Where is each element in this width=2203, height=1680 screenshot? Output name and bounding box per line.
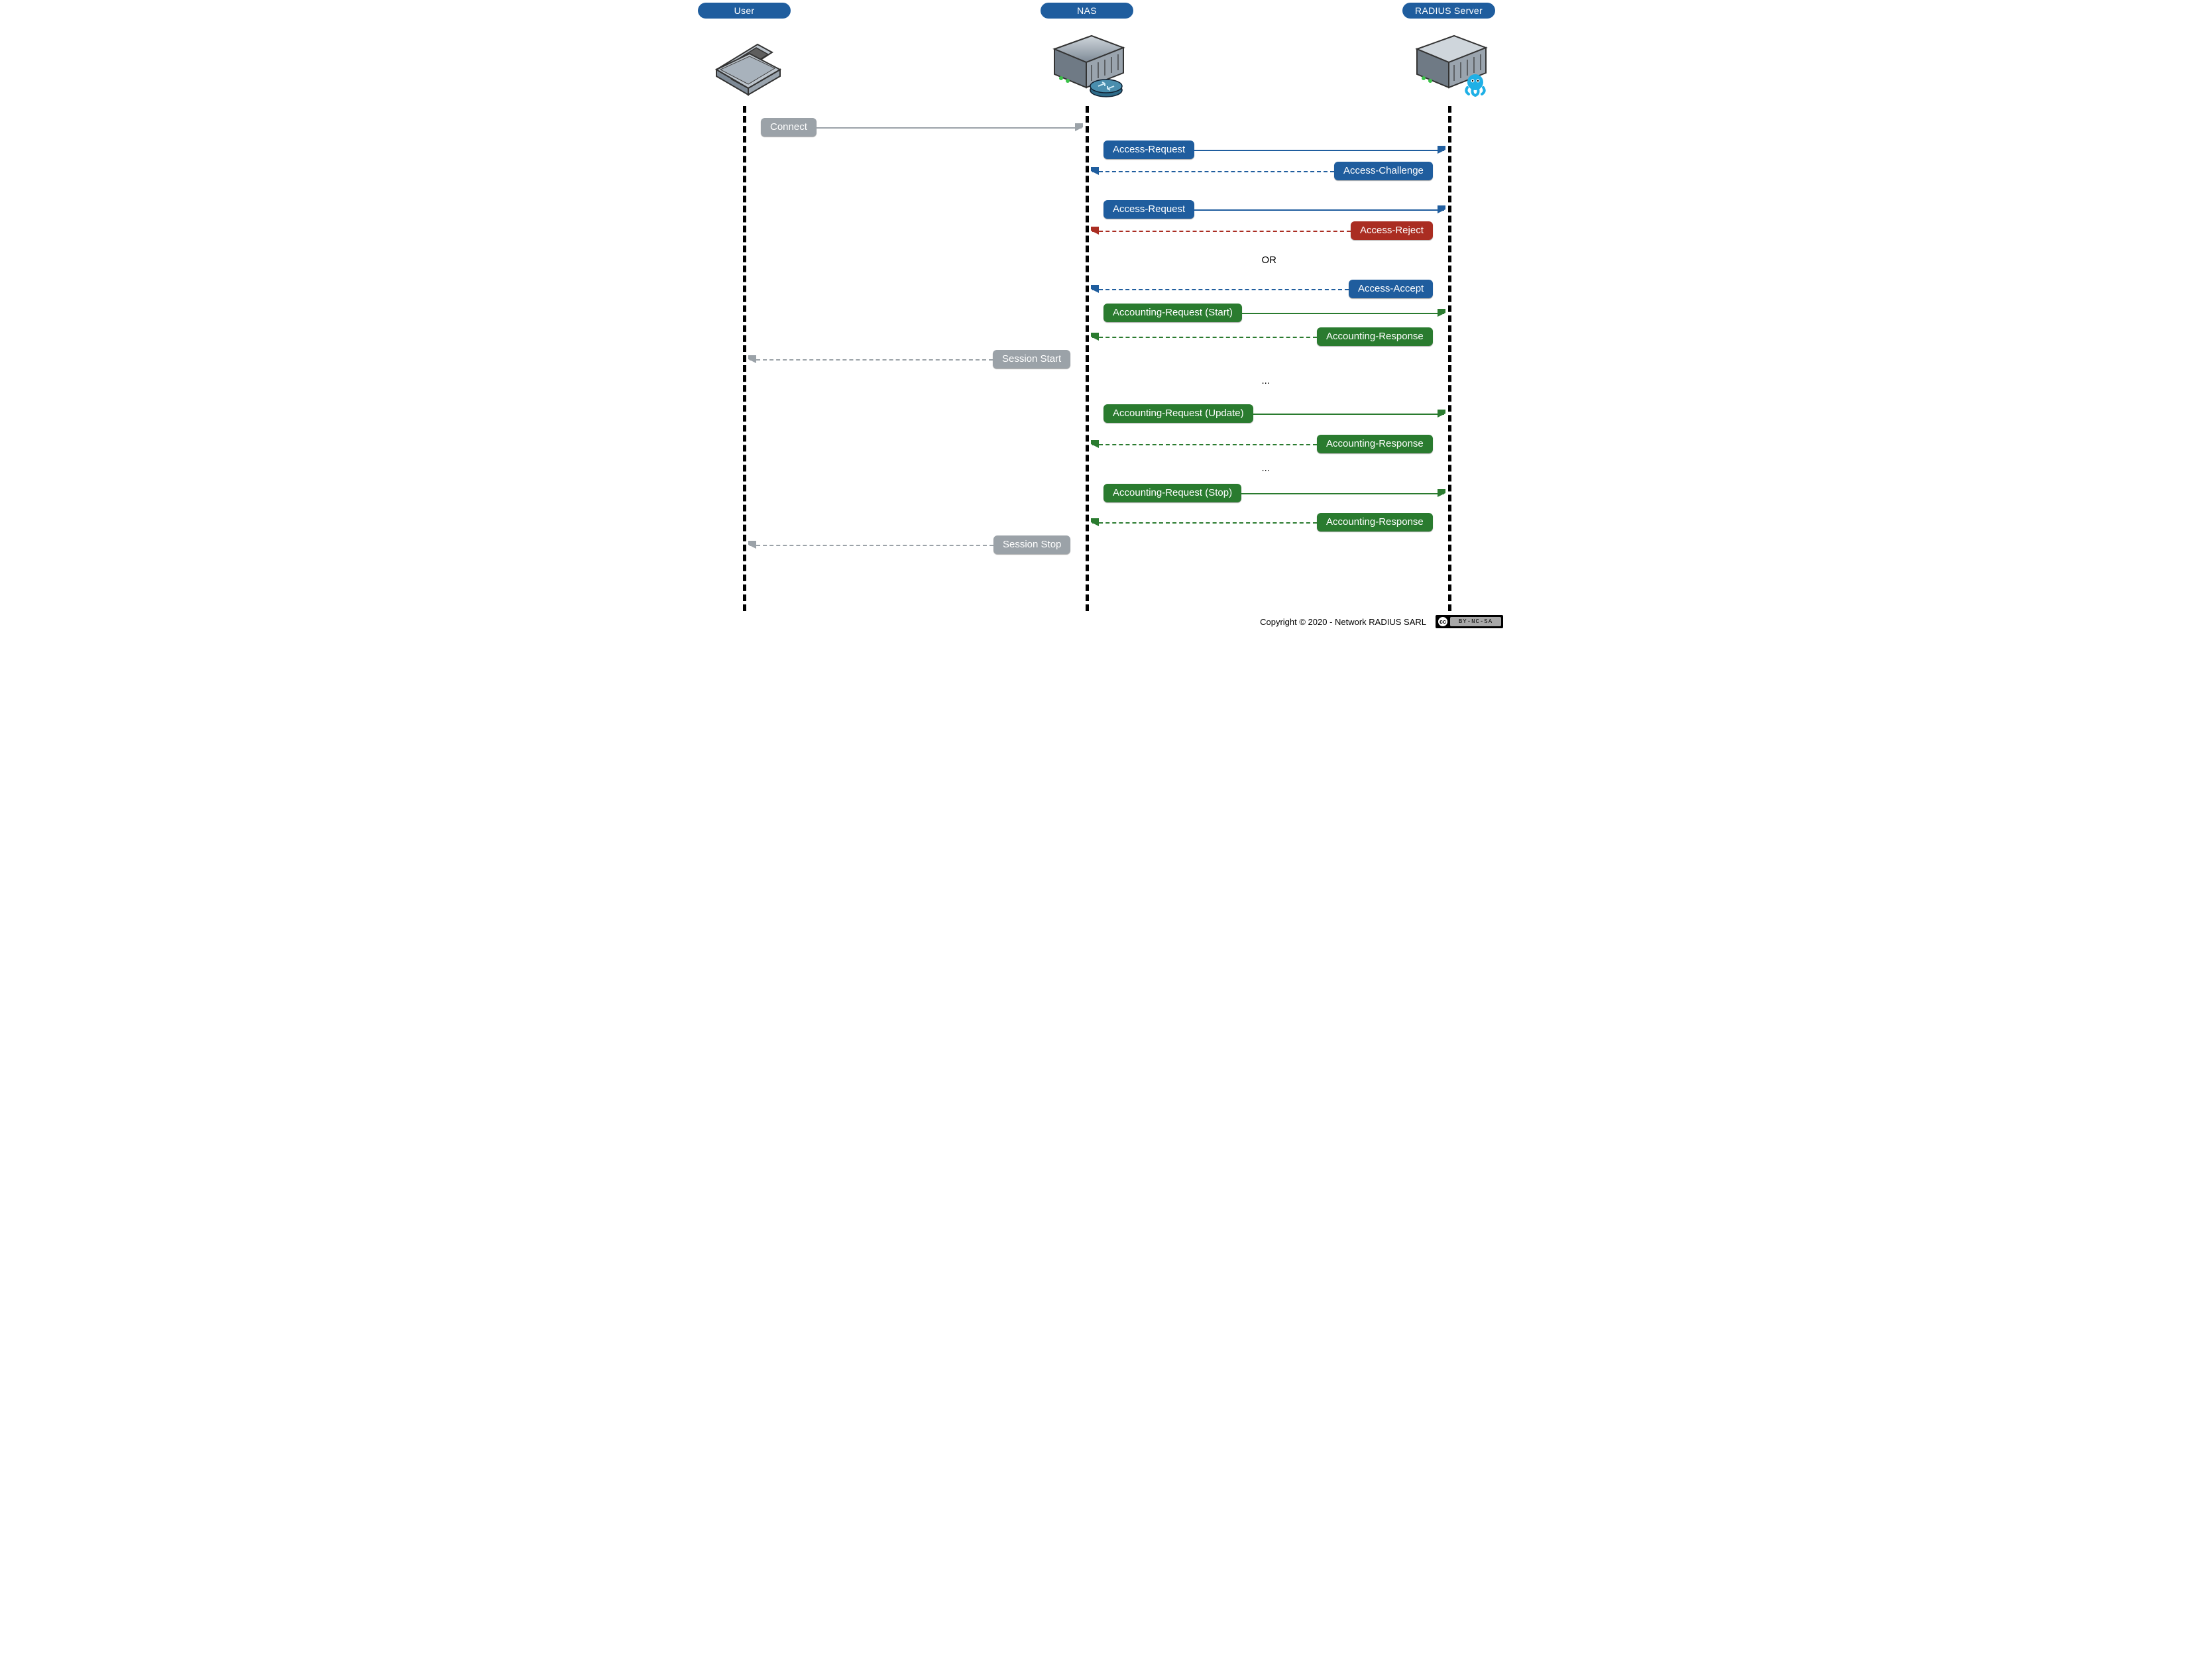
msg-session-stop: Session Stop	[993, 535, 1070, 554]
arrowhead-session-stop	[748, 541, 756, 549]
msg-acct-req-start: Accounting-Request (Start)	[1103, 304, 1242, 322]
server-router-icon	[1048, 21, 1127, 101]
arrow-connect	[817, 127, 1082, 129]
arrow-session-stop	[750, 545, 993, 546]
cc-license-badge: cc BY-NC-SA	[1436, 615, 1503, 628]
msg-acct-req-stop: Accounting-Request (Stop)	[1103, 484, 1241, 502]
actor-header-radius: RADIUS Server	[1402, 3, 1495, 19]
or-text: OR	[1262, 254, 1277, 266]
arrow-access-request-1	[1194, 150, 1444, 151]
msg-session-start: Session Start	[993, 350, 1070, 368]
arrowhead-acct-resp-2	[1091, 440, 1099, 448]
copyright-text: Copyright © 2020 - Network RADIUS SARL	[1260, 617, 1426, 627]
msg-acct-resp-2: Accounting-Response	[1317, 435, 1433, 453]
arrowhead-acct-resp-3	[1091, 518, 1099, 526]
arrowhead-acct-resp-1	[1091, 333, 1099, 341]
msg-acct-req-update: Accounting-Request (Update)	[1103, 404, 1253, 423]
arrowhead-acct-req-update	[1438, 410, 1445, 418]
cc-license-text: BY-NC-SA	[1450, 617, 1501, 626]
arrow-acct-req-stop	[1241, 493, 1444, 494]
msg-connect: Connect	[761, 118, 817, 137]
msg-access-challenge: Access-Challenge	[1334, 162, 1433, 180]
msg-access-accept: Access-Accept	[1349, 280, 1433, 298]
sequence-diagram-stage: User NAS RADIUS Server	[688, 0, 1515, 631]
arrowhead-acct-req-start	[1438, 309, 1445, 317]
arrow-acct-req-start	[1242, 313, 1444, 314]
arrowhead-acct-req-stop	[1438, 489, 1445, 497]
msg-acct-resp-3: Accounting-Response	[1317, 513, 1433, 532]
lifeline-user	[743, 106, 746, 611]
arrow-access-reject	[1092, 231, 1351, 232]
arrow-access-request-2	[1194, 209, 1444, 211]
actor-header-nas: NAS	[1041, 3, 1133, 19]
arrowhead-access-request-2	[1438, 205, 1445, 213]
arrow-access-accept	[1092, 289, 1349, 290]
arrowhead-access-reject	[1091, 227, 1099, 235]
arrowhead-access-accept	[1091, 285, 1099, 293]
msg-access-reject: Access-Reject	[1351, 221, 1433, 240]
arrowhead-session-start	[748, 355, 756, 363]
arrowhead-access-request-1	[1438, 146, 1445, 154]
msg-acct-resp-1: Accounting-Response	[1317, 327, 1433, 346]
msg-access-request-2: Access-Request	[1103, 200, 1194, 219]
ellipsis-text: ...	[1262, 463, 1271, 474]
arrow-acct-req-update	[1253, 414, 1444, 415]
arrow-acct-resp-3	[1092, 522, 1317, 524]
actor-header-user: User	[698, 3, 791, 19]
lifeline-nas	[1086, 106, 1089, 611]
arrow-acct-resp-2	[1092, 444, 1317, 445]
arrow-acct-resp-1	[1092, 337, 1317, 338]
arrow-access-challenge	[1092, 171, 1334, 172]
server-octopus-icon	[1410, 21, 1490, 101]
arrowhead-connect	[1075, 123, 1083, 131]
laptop-icon	[705, 21, 784, 101]
msg-access-request-1: Access-Request	[1103, 140, 1194, 159]
arrowhead-access-challenge	[1091, 167, 1099, 175]
lifeline-radius	[1448, 106, 1451, 611]
arrow-session-start	[750, 359, 993, 361]
ellipsis-text: ...	[1262, 375, 1271, 386]
